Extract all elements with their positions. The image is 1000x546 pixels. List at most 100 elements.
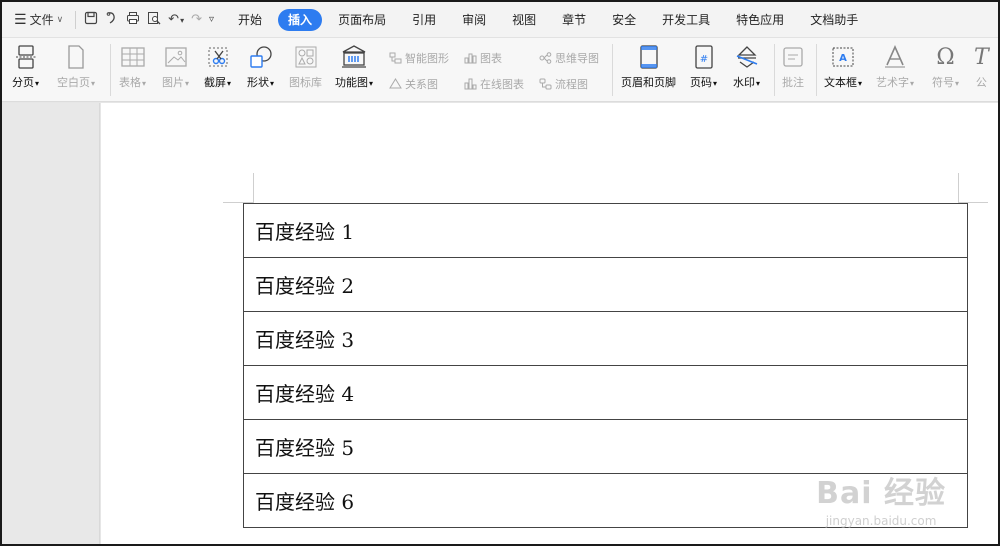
blank-page-icon <box>67 44 85 70</box>
table-cell[interactable]: 百度经验 4 <box>243 365 968 420</box>
chart-button[interactable]: 图表 <box>464 50 502 66</box>
flowchart-icon <box>539 78 552 90</box>
chart-icon <box>464 52 477 64</box>
table-cell[interactable]: 百度经验 1 <box>243 203 968 258</box>
watermark-label: 水印 <box>733 76 755 89</box>
online-chart-label: 在线图表 <box>480 78 524 91</box>
blank-page-button[interactable]: 空白页▾ <box>57 44 95 90</box>
omega-icon: Ω <box>936 44 955 70</box>
crop-mark <box>253 173 254 203</box>
chart-label: 图表 <box>480 52 502 65</box>
symbol-label: 符号 <box>932 76 954 89</box>
watermark-logo-text: Bai 经验 <box>816 476 946 511</box>
icon-library-icon <box>295 44 317 70</box>
document-page[interactable]: 百度经验 1 百度经验 2 百度经验 3 百度经验 4 百度经验 5 百度经验 … <box>101 103 998 544</box>
text-box-button[interactable]: A 文本框▾ <box>824 44 862 90</box>
picture-button[interactable]: 图片▾ <box>162 44 189 90</box>
tab-developer-tools[interactable]: 开发工具 <box>652 9 720 31</box>
relation-chart-label: 关系图 <box>405 78 438 91</box>
tab-insert[interactable]: 插入 <box>278 8 323 31</box>
tab-review[interactable]: 审阅 <box>452 9 496 31</box>
page-break-icon <box>15 44 36 70</box>
table-cell[interactable]: 百度经验 5 <box>243 419 968 474</box>
table-cell[interactable]: 百度经验 3 <box>243 311 968 366</box>
symbol-button[interactable]: Ω 符号▾ <box>932 44 959 90</box>
relation-chart-button[interactable]: 关系图 <box>389 76 438 92</box>
tab-page-layout[interactable]: 页面布局 <box>328 9 396 31</box>
shape-label: 形状 <box>247 76 269 89</box>
insert-ribbon: 分页▾ 空白页▾ 表格▾ 图片▾ 截屏▾ 形状▾ 图标库 功能图▾ 智能图形 图… <box>2 38 998 102</box>
blank-page-label: 空白页 <box>57 76 90 89</box>
word-art-button[interactable]: 艺术字▾ <box>876 44 914 90</box>
header-footer-label: 页眉和页脚 <box>621 76 676 89</box>
relation-chart-icon <box>389 78 402 90</box>
smart-art-icon <box>389 52 402 64</box>
comment-button[interactable]: 批注 <box>782 44 804 90</box>
header-footer-button[interactable]: 页眉和页脚 <box>621 44 676 90</box>
undo-icon[interactable]: ↶▾ <box>168 13 184 26</box>
baidu-jingyan-watermark: Bai 经验 jingyan.baidu.com <box>816 468 946 528</box>
file-menu-button[interactable]: ☰ 文件 ∨ <box>10 8 67 32</box>
flowchart-label: 流程图 <box>555 78 588 91</box>
tab-special-apps[interactable]: 特色应用 <box>726 9 794 31</box>
mind-map-button[interactable]: 思维导图 <box>539 50 599 66</box>
table-row: 百度经验 2 <box>243 257 968 312</box>
picture-label: 图片 <box>162 76 184 89</box>
tab-doc-assistant[interactable]: 文档助手 <box>800 9 868 31</box>
file-menu-label: 文件 <box>29 13 54 27</box>
smart-art-button[interactable]: 智能图形 <box>389 50 449 66</box>
tab-security[interactable]: 安全 <box>602 9 646 31</box>
table-cell[interactable]: 百度经验 2 <box>243 257 968 312</box>
ribbon-divider <box>816 44 817 96</box>
ribbon-divider <box>110 44 111 96</box>
tab-home[interactable]: 开始 <box>228 9 272 31</box>
header-footer-icon <box>639 44 659 70</box>
icon-library-button[interactable]: 图标库 <box>289 44 322 90</box>
quick-access-toolbar: ↶▾ ↷ ▿ <box>75 10 214 29</box>
ribbon-divider <box>774 44 775 96</box>
word-art-icon <box>883 44 907 70</box>
ribbon-tabs: 开始 插入 页面布局 引用 审阅 视图 章节 安全 开发工具 特色应用 文档助手 <box>228 8 874 31</box>
smart-art-label: 智能图形 <box>405 52 449 65</box>
ribbon-divider <box>612 44 613 96</box>
function-chart-label: 功能图 <box>335 76 368 89</box>
page-break-button[interactable]: 分页▾ <box>12 44 39 90</box>
tab-references[interactable]: 引用 <box>402 9 446 31</box>
crop-mark <box>958 173 959 203</box>
shape-button[interactable]: 形状▾ <box>247 44 274 90</box>
page-number-button[interactable]: # 页码▾ <box>690 44 717 90</box>
tab-view[interactable]: 视图 <box>502 9 546 31</box>
function-chart-button[interactable]: 功能图▾ <box>335 44 373 90</box>
redo-icon[interactable]: ↷ <box>191 13 202 26</box>
online-chart-button[interactable]: 在线图表 <box>464 76 524 92</box>
tab-section[interactable]: 章节 <box>552 9 596 31</box>
navigation-pane <box>2 103 100 544</box>
scissors-icon <box>206 44 230 70</box>
table-label: 表格 <box>119 76 141 89</box>
customize-toolbar-icon[interactable]: ▿ <box>209 14 214 25</box>
table-row: 百度经验 1 <box>243 203 968 258</box>
screenshot-button[interactable]: 截屏▾ <box>204 44 231 90</box>
svg-text:#: # <box>699 54 707 65</box>
save-icon[interactable] <box>84 11 98 28</box>
icon-library-label: 图标库 <box>289 76 322 89</box>
svg-text:A: A <box>839 53 847 64</box>
table-row: 百度经验 3 <box>243 311 968 366</box>
print-icon[interactable] <box>126 11 140 28</box>
text-box-label: 文本框 <box>824 76 857 89</box>
online-chart-icon <box>464 78 477 90</box>
formula-button[interactable]: T 公 <box>974 44 989 90</box>
comment-label: 批注 <box>782 76 804 89</box>
print-preview-icon[interactable] <box>147 11 161 28</box>
page-number-label: 页码 <box>690 76 712 89</box>
watermark-button[interactable]: 水印▾ <box>733 44 760 90</box>
table-button[interactable]: 表格▾ <box>119 44 146 90</box>
flowchart-button[interactable]: 流程图 <box>539 76 588 92</box>
watermark-url: jingyan.baidu.com <box>825 514 937 528</box>
menu-bar: ☰ 文件 ∨ ↶▾ ↷ ▿ 开始 插入 页面布局 引用 审阅 视图 章节 安全 … <box>2 2 998 38</box>
word-art-label: 艺术字 <box>876 76 909 89</box>
comment-icon <box>782 44 804 70</box>
table-row: 百度经验 5 <box>243 419 968 474</box>
mind-map-label: 思维导图 <box>555 52 599 65</box>
format-painter-icon[interactable] <box>105 11 119 28</box>
